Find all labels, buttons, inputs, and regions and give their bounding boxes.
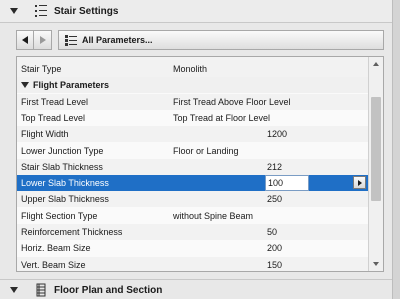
header-divider [0, 22, 392, 23]
parameter-value[interactable]: Top Tread at Floor Level [173, 113, 270, 123]
parameter-name: Reinforcement Thickness [21, 227, 123, 237]
parameter-row[interactable]: Flight Section Type without Spine Beam [17, 208, 369, 224]
parameter-name: Stair Slab Thickness [21, 161, 103, 172]
arrow-down-icon [373, 262, 379, 266]
section-divider [0, 279, 392, 280]
parameter-row[interactable]: Stair Type Monolith [17, 61, 369, 77]
parameter-name: Flight Section Type [21, 210, 98, 221]
toolbar: All Parameters... [16, 30, 384, 50]
parameter-value[interactable]: Monolith [173, 64, 207, 74]
parameter-value[interactable]: 212 [267, 162, 282, 172]
parameter-value[interactable]: without Spine Beam [173, 211, 253, 221]
parameter-name: Lower Slab Thickness [21, 178, 109, 189]
stair-settings-header[interactable]: Stair Settings [0, 0, 392, 22]
scroll-down-button[interactable] [369, 257, 383, 271]
parameter-name: First Tread Level [21, 96, 89, 107]
arrow-right-icon [357, 179, 362, 186]
collapse-arrow-icon[interactable] [10, 287, 18, 293]
stair-settings-window: Stair Settings All Parameters... Stair T… [0, 0, 400, 299]
parameter-value[interactable]: 150 [267, 260, 282, 270]
parameter-row[interactable]: Stair Slab Thickness 212 [17, 158, 369, 175]
parameter-row[interactable]: First Tread Level First Tread Above Floor… [17, 93, 369, 110]
parameter-row[interactable]: Reinforcement Thickness 50 [17, 224, 369, 240]
parameter-row[interactable]: Lower Slab Thickness 100 [17, 175, 369, 192]
expand-arrow-icon[interactable] [21, 82, 29, 89]
parameter-name: Stair Type [21, 64, 62, 74]
collapse-arrow-icon[interactable] [10, 8, 18, 14]
parameter-value[interactable]: 250 [267, 194, 282, 204]
floor-plan-icon [36, 283, 46, 297]
parameter-value[interactable]: 1200 [267, 129, 287, 139]
parameter-name: Flight Width [21, 129, 69, 140]
parameter-value[interactable]: 200 [267, 243, 282, 253]
parameter-list[interactable]: Stair Type Monolith Flight Parameters First… [16, 56, 384, 272]
stair-settings-icon [35, 5, 47, 17]
panel-title: Stair Settings [54, 5, 119, 17]
parameter-value[interactable]: Floor or Landing [173, 146, 239, 156]
floor-plan-header[interactable]: Floor Plan and Section [0, 281, 392, 299]
parameter-name: Lower Junction Type [21, 145, 104, 156]
previous-button[interactable] [16, 30, 34, 50]
section-header-row[interactable]: Flight Parameters [17, 77, 369, 94]
scrollbar-thumb[interactable] [371, 97, 381, 201]
arrow-right-icon [39, 36, 46, 44]
parameter-row[interactable]: Flight Width 1200 [17, 126, 369, 143]
arrow-up-icon [373, 62, 379, 66]
parameter-value[interactable]: 50 [267, 227, 277, 237]
parameter-row[interactable]: Top Tread Level Top Tread at Floor Level [17, 110, 369, 126]
next-button[interactable] [34, 30, 52, 50]
parameter-name: Upper Slab Thickness [21, 194, 109, 205]
parameter-row[interactable]: Upper Slab Thickness 250 [17, 191, 369, 208]
all-parameters-label: All Parameters... [82, 35, 153, 45]
list-icon [65, 34, 77, 46]
parameter-value-input[interactable]: 100 [265, 175, 309, 192]
parameter-row[interactable]: Horiz. Beam Size 200 [17, 240, 369, 256]
scroll-up-button[interactable] [369, 57, 383, 71]
parameter-name: Horiz. Beam Size [21, 243, 91, 254]
arrow-left-icon [22, 36, 28, 44]
value-options-button[interactable] [353, 176, 366, 190]
parameter-name: Top Tread Level [21, 112, 86, 123]
bottom-panel-title: Floor Plan and Section [54, 284, 163, 296]
parameter-value[interactable]: First Tread Above Floor Level [173, 97, 291, 107]
parameter-name: Vert. Beam Size [21, 259, 86, 270]
vertical-scrollbar[interactable] [368, 57, 383, 271]
parameter-row[interactable]: Vert. Beam Size 150 [17, 256, 369, 271]
all-parameters-button[interactable]: All Parameters... [58, 30, 384, 50]
parameter-name: Flight Parameters [33, 80, 110, 91]
parameter-row[interactable]: Lower Junction Type Floor or Landing [17, 143, 369, 159]
window-edge [392, 0, 400, 299]
